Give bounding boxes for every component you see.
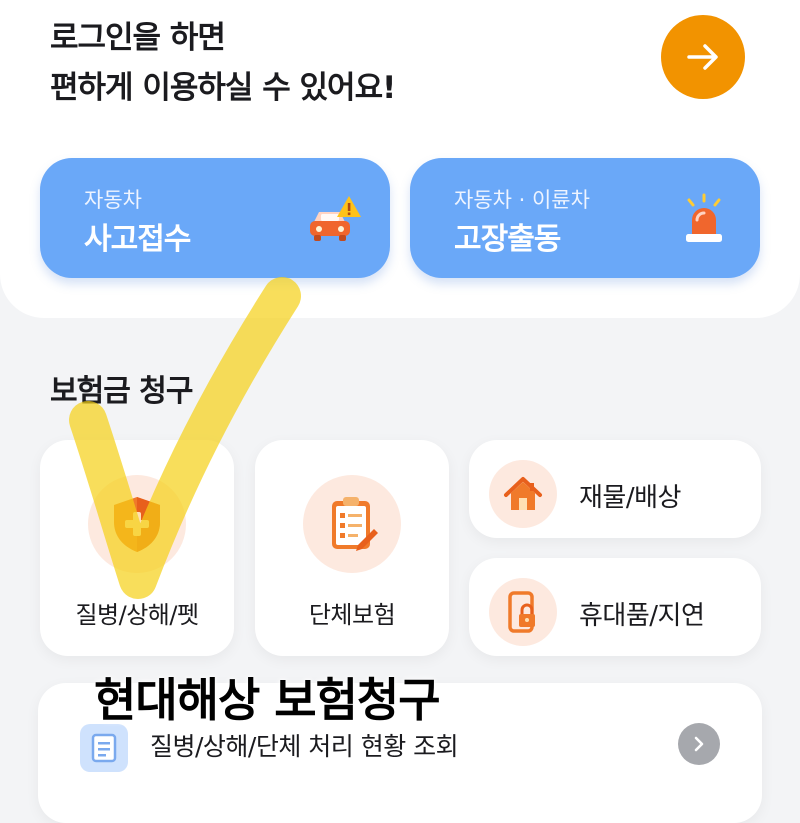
claim-tile-icon-circle xyxy=(489,578,557,646)
claim-tile-icon-circle xyxy=(489,460,557,528)
accident-report-button[interactable]: 자동차 사고접수 xyxy=(40,158,390,278)
clipboard-checklist-icon xyxy=(332,497,378,551)
breakdown-dispatch-category: 자동차 · 이륜차 xyxy=(454,188,590,212)
arrow-right-icon xyxy=(687,44,718,70)
claims-section-title: 보험금 청구 xyxy=(50,374,193,409)
claim-tile-label: 단체보험 xyxy=(308,601,396,629)
claim-tile-icon-circle xyxy=(303,475,401,573)
login-button[interactable] xyxy=(661,15,745,99)
claim-tile-icon-circle xyxy=(88,475,186,573)
chevron-right-icon[interactable] xyxy=(678,723,720,765)
login-prompt-subtitle: 편하게 이용하실 수 있어요! xyxy=(50,70,396,106)
breakdown-dispatch-button[interactable]: 자동차 · 이륜차 고장출동 xyxy=(410,158,760,278)
siren-icon xyxy=(686,193,722,242)
claim-tile-group-insurance[interactable]: 단체보험 xyxy=(255,440,449,656)
shield-plus-icon xyxy=(114,497,160,552)
login-prompt-title: 로그인을 하면 xyxy=(50,20,226,56)
claim-tile-label: 휴대품/지연 xyxy=(579,601,705,631)
phone-lock-icon xyxy=(508,591,535,633)
claim-status-lookup-label: 질병/상해/단체 처리 현황 조회 xyxy=(150,732,459,761)
accident-report-label: 사고접수 xyxy=(84,222,191,257)
document-icon xyxy=(80,724,128,772)
claim-tile-label: 질병/상해/펫 xyxy=(75,601,199,629)
claim-tile-illness-injury-pet[interactable]: 질병/상해/펫 xyxy=(40,440,234,656)
claim-tile-property-liability[interactable]: 재물/배상 xyxy=(469,440,761,538)
claim-tile-label: 재물/배상 xyxy=(579,483,681,513)
house-icon xyxy=(504,477,542,510)
breakdown-dispatch-label: 고장출동 xyxy=(454,222,561,257)
accident-report-category: 자동차 xyxy=(84,188,142,212)
claim-tile-personal-items-delay[interactable]: 휴대품/지연 xyxy=(469,558,761,656)
overlay-caption: 현대해상 보험청구 xyxy=(94,673,441,727)
car-warning-icon xyxy=(310,196,361,241)
login-card: 로그인을 하면 편하게 이용하실 수 있어요! 자동차 사고접수 자동차 · 이… xyxy=(0,0,800,318)
